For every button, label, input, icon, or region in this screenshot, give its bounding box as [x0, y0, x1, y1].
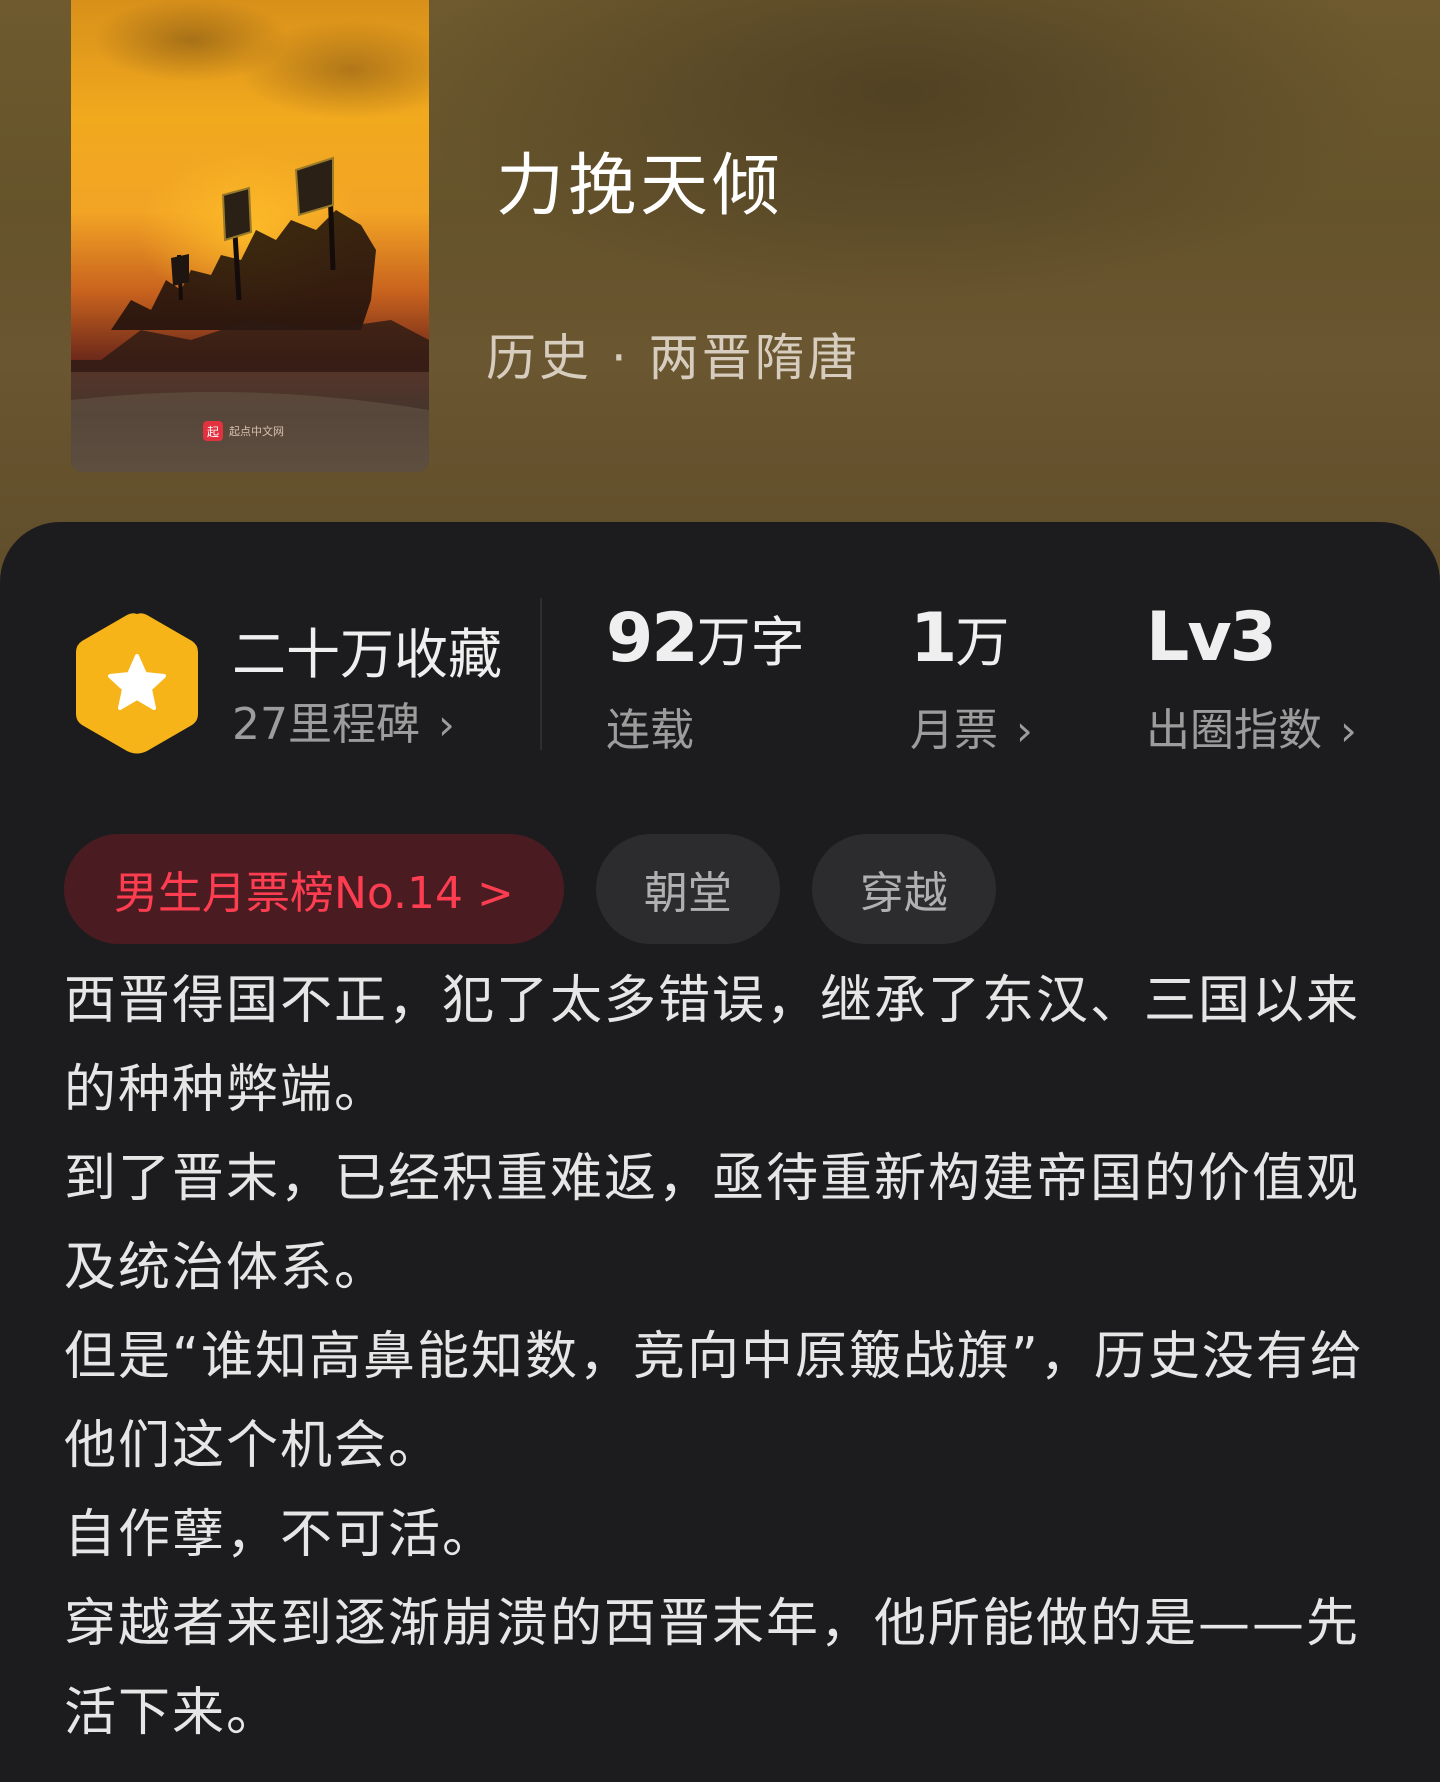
chevron-right-icon: ›: [438, 700, 455, 749]
cover-illustration: [71, 156, 429, 472]
book-description[interactable]: 西晋得国不正，犯了太多错误，继承了东汉、三国以来的种种弊端。 到了晋末，已经积重…: [64, 957, 1364, 1758]
star-hexagon-icon: [76, 613, 198, 754]
chevron-right-icon: ›: [1016, 706, 1033, 755]
word-count-unit: 万字: [696, 611, 805, 674]
cover-publisher-logo: 起 起点中文网: [203, 420, 284, 442]
monthly-ticket-unit: 万: [955, 611, 1010, 674]
description-paragraph: 穿越者来到逐渐崩溃的西晋末年，他所能做的是——先活下来。: [64, 1594, 1361, 1743]
circle-index-link[interactable]: 出圈指数 ›: [1146, 694, 1357, 758]
circle-index-value: Lv3: [1146, 598, 1277, 677]
stats-row: 二十万收藏 27里程碑 › 92万字 连载 1万 月票 › Lv3 出圈指数 ›: [0, 522, 1440, 762]
milestone-link[interactable]: 27里程碑 ›: [232, 688, 455, 752]
tag-chaotang[interactable]: 朝堂: [595, 834, 780, 944]
detail-card: 二十万收藏 27里程碑 › 92万字 连载 1万 月票 › Lv3 出圈指数 › 男生…: [0, 522, 1440, 1782]
monthly-ticket-number: 1: [910, 599, 957, 678]
book-genre[interactable]: 历史 · 两晋隋唐: [486, 318, 861, 390]
circle-index-level: Lv3: [1146, 598, 1277, 677]
milestone-count: 27里程碑: [232, 699, 420, 750]
word-count: 92万字: [606, 598, 805, 678]
stats-divider: [540, 598, 542, 750]
book-title: 力挽天倾: [496, 147, 785, 226]
cover-watermark-text: 起点中文网: [229, 425, 284, 438]
tag-row: 男生月票榜No.14 > 朝堂 穿越: [64, 834, 996, 944]
chevron-right-icon: ›: [1340, 706, 1357, 755]
tag-chuanyue[interactable]: 穿越: [811, 834, 996, 944]
monthly-ticket-label: 月票: [910, 705, 998, 756]
book-cover[interactable]: 起 起点中文网: [71, 0, 429, 472]
description-paragraph: 自作孽，不可活。: [64, 1505, 497, 1565]
monthly-ticket-count: 1万: [910, 598, 1009, 678]
collection-milestone[interactable]: 二十万收藏: [232, 610, 502, 689]
rank-tag[interactable]: 男生月票榜No.14 >: [64, 834, 564, 944]
qidian-logo-icon: 起: [203, 421, 223, 441]
word-count-number: 92: [606, 599, 699, 678]
description-paragraph: 但是“谁知高鼻能知数，竞向中原簸战旗”，历史没有给他们这个机会。: [64, 1327, 1364, 1476]
serial-status: 连载: [606, 705, 694, 756]
description-paragraph: 西晋得国不正，犯了太多错误，继承了东汉、三国以来的种种弊端。: [64, 971, 1361, 1120]
monthly-ticket-link[interactable]: 月票 ›: [910, 694, 1033, 758]
circle-index-label: 出圈指数: [1146, 705, 1322, 756]
description-paragraph: 到了晋末，已经积重难返，亟待重新构建帝国的价值观及统治体系。: [64, 1149, 1361, 1298]
